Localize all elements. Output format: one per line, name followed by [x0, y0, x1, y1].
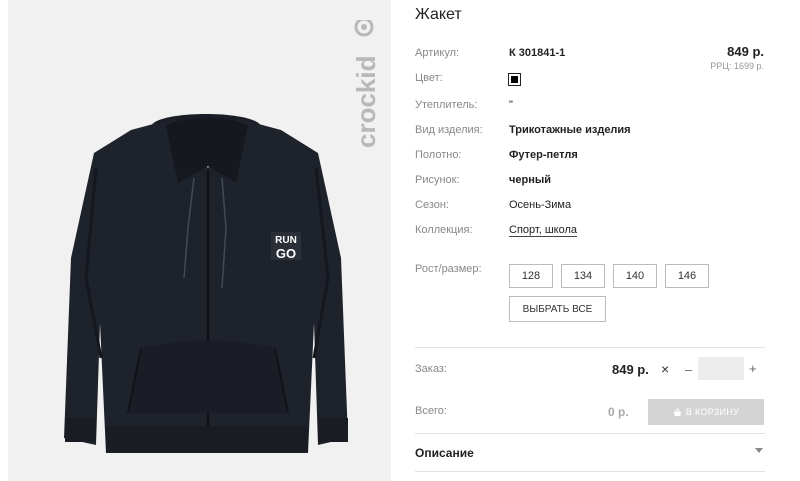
- chevron-down-icon[interactable]: [755, 448, 763, 453]
- divider: [415, 433, 765, 434]
- jacket-image: RUN GO: [64, 114, 348, 453]
- attr-value-item-type: Трикотажные изделия: [509, 124, 631, 136]
- rrp-price: РРЦ: 1699 р.: [710, 61, 764, 71]
- print-text-line2: GO: [276, 246, 296, 261]
- total-value: 0 р.: [608, 405, 629, 419]
- select-all-button[interactable]: ВЫБРАТЬ ВСЕ: [509, 296, 606, 322]
- product-photo[interactable]: crockid RUN GO: [8, 0, 391, 481]
- quantity-input[interactable]: [698, 357, 744, 380]
- collection-link[interactable]: Спорт, школа: [509, 224, 577, 236]
- total-label: Всего:: [415, 405, 447, 417]
- attr-label-article: Артикул:: [415, 47, 460, 59]
- attr-label-fabric: Полотно:: [415, 149, 462, 161]
- attr-value-article: К 301841-1: [509, 47, 566, 59]
- attr-label-collection: Коллекция:: [415, 224, 473, 236]
- attr-value-pattern: черный: [509, 174, 552, 186]
- color-swatch[interactable]: [508, 73, 521, 86]
- product-title: Жакет: [415, 6, 462, 23]
- print-text-line1: RUN: [275, 235, 297, 246]
- order-price: 849 р.: [612, 362, 649, 377]
- attr-value-fabric: Футер-петля: [509, 149, 578, 161]
- attr-value-season: Осень-Зима: [509, 199, 572, 211]
- description-toggle[interactable]: Описание: [415, 446, 474, 460]
- attr-label-insulation: Утеплитель:: [415, 99, 478, 111]
- add-to-cart-label: В КОРЗИНУ: [685, 407, 740, 417]
- decrease-quantity-button[interactable]: –: [685, 362, 692, 377]
- attr-label-season: Сезон:: [415, 199, 449, 211]
- size-option-140[interactable]: 140: [613, 264, 657, 288]
- color-swatch-fill: [511, 76, 518, 83]
- attr-label-color: Цвет:: [415, 72, 443, 84]
- attr-label-item-type: Вид изделия:: [415, 124, 483, 136]
- divider: [415, 471, 765, 472]
- add-to-cart-button[interactable]: В КОРЗИНУ: [648, 399, 764, 425]
- attr-label-pattern: Рисунок:: [415, 174, 460, 186]
- size-option-134[interactable]: 134: [561, 264, 605, 288]
- size-option-128[interactable]: 128: [509, 264, 553, 288]
- size-option-146[interactable]: 146: [665, 264, 709, 288]
- basket-icon: [673, 407, 681, 416]
- size-label: Рост/размер:: [415, 263, 482, 275]
- increase-quantity-button[interactable]: +: [749, 361, 757, 376]
- divider: [415, 347, 765, 348]
- price: 849 р.: [727, 44, 764, 59]
- attr-value-insulation: ": [509, 99, 513, 111]
- multiply-icon: ×: [661, 361, 670, 377]
- order-label: Заказ:: [415, 363, 447, 375]
